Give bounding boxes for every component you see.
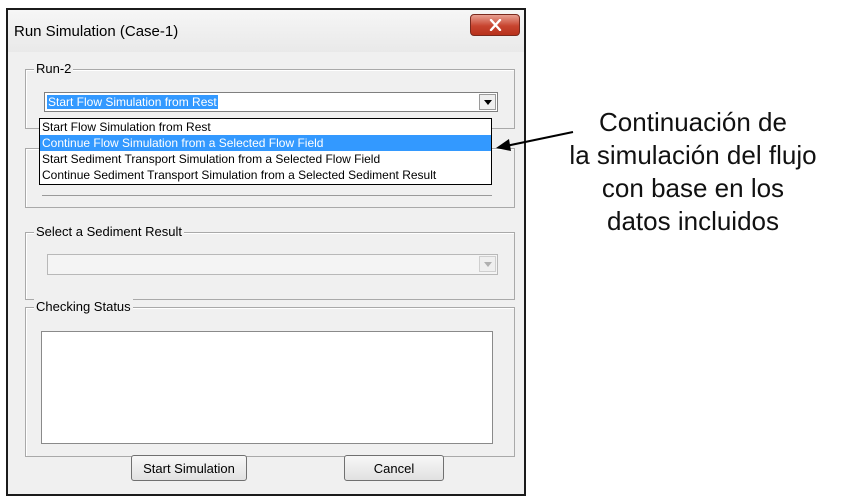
annotation-line: datos incluidos [607, 206, 779, 236]
annotation-line: la simulación del flujo [569, 140, 817, 170]
dropdown-option[interactable]: Start Sediment Transport Simulation from… [40, 151, 491, 167]
annotation-text: Continuación de la simulación del flujo … [540, 106, 846, 238]
dropdown-option[interactable]: Start Flow Simulation from Rest [40, 119, 491, 135]
run-mode-dropdown-list[interactable]: Start Flow Simulation from Rest Continue… [39, 118, 492, 185]
annotation-line: con base en los [601, 173, 785, 203]
dropdown-option[interactable]: Continue Sediment Transport Simulation f… [40, 167, 491, 183]
dropdown-option-highlighted[interactable]: Continue Flow Simulation from a Selected… [40, 135, 491, 151]
annotation-line: Continuación de [599, 107, 787, 137]
annotation-arrow [496, 131, 574, 151]
